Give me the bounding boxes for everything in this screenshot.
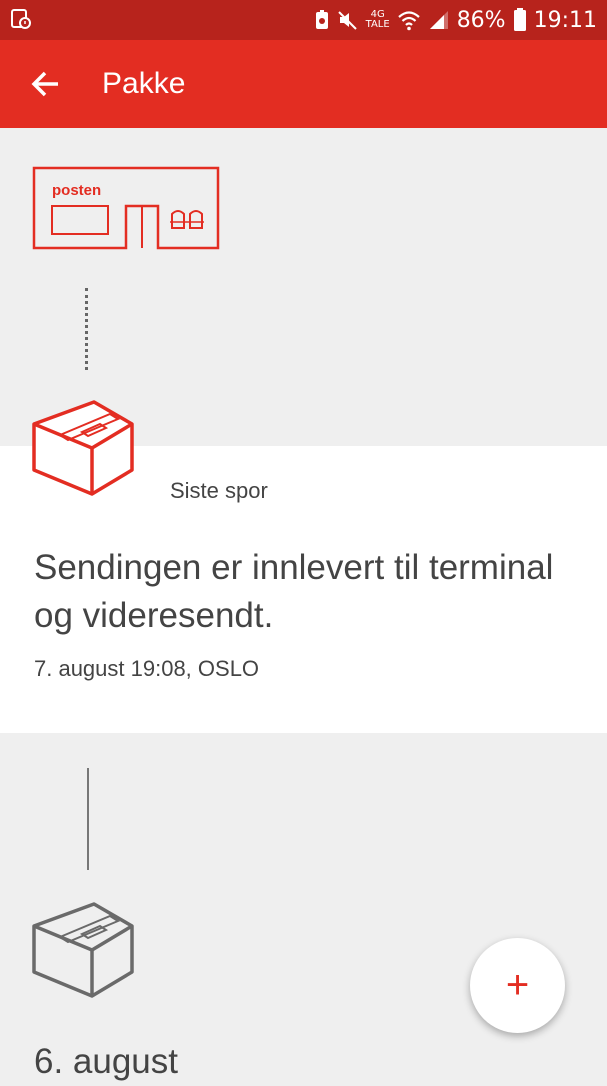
latest-event-label: Siste spor: [170, 478, 268, 503]
package-icon: [32, 400, 134, 496]
latest-event-date: 7. august 19:08, OSLO: [34, 656, 260, 681]
timeline-connector: [87, 768, 89, 870]
network-sub: TALE: [365, 19, 390, 30]
latest-event-message: Sendingen er innlevert til terminal og v…: [34, 548, 554, 635]
back-button[interactable]: [22, 64, 70, 104]
status-icons: 4G TALE 86% 19:11: [314, 0, 597, 40]
clock: 19:11: [533, 7, 597, 33]
battery-icon: [513, 8, 526, 31]
timeline-dotted-connector: [85, 288, 88, 370]
battery-saver-icon: [315, 10, 328, 29]
posten-sign: posten: [52, 182, 101, 199]
signal-icon: [429, 11, 448, 29]
page-title: Pakke: [102, 67, 186, 100]
network-indicator: 4G TALE: [366, 10, 390, 30]
status-bar: 4G TALE 86% 19:11: [0, 0, 607, 40]
add-button[interactable]: +: [470, 938, 565, 1033]
plus-icon: +: [505, 963, 530, 1007]
wifi-icon: [397, 11, 420, 31]
battery-percent: 86%: [456, 7, 506, 33]
package-history-icon: [32, 902, 134, 998]
post-office-illustration: posten: [32, 166, 220, 250]
mute-icon: [337, 11, 357, 30]
app-bar: Pakke: [0, 40, 607, 128]
arrow-left-icon: [31, 71, 58, 97]
history-date-heading: 6. august: [34, 1042, 178, 1081]
screen-record-icon: [11, 9, 31, 29]
